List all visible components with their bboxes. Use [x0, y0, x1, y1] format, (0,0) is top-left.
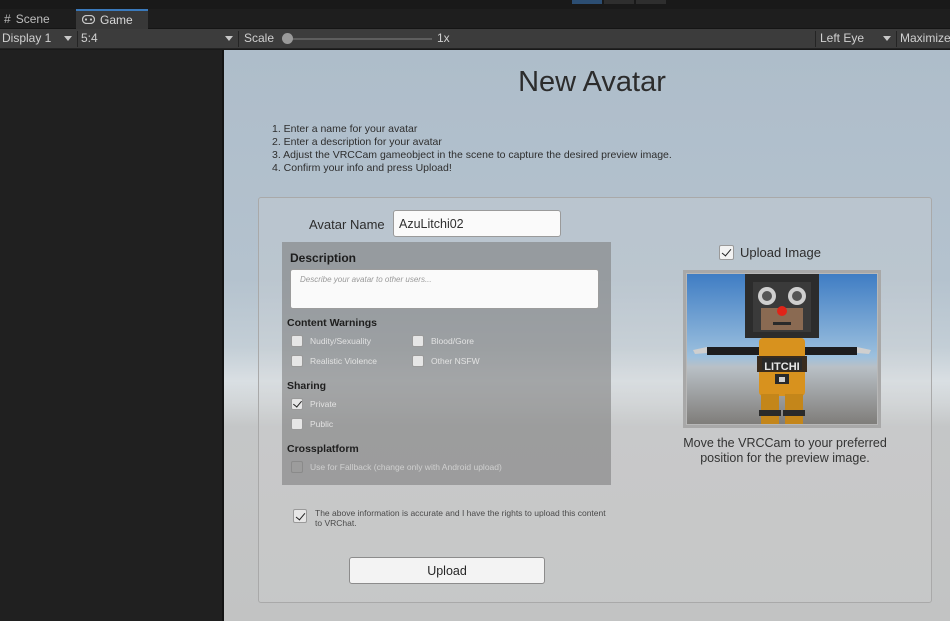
layout-button[interactable] [636, 0, 666, 4]
rights-confirmation[interactable]: The above information is accurate and I … [293, 508, 615, 528]
preview-image-frame: LITCHI [683, 270, 881, 428]
avatar-name-input[interactable] [393, 210, 561, 237]
upload-button[interactable]: Upload [349, 557, 545, 584]
page-title: New Avatar [518, 66, 666, 98]
toolbar-divider [815, 31, 816, 47]
avatar-form-panel: Avatar Name Description Describe your av… [258, 197, 932, 603]
crossplatform-heading: Crossplatform [287, 443, 359, 455]
preview-badge-text: LITCHI [764, 361, 799, 373]
aspect-dropdown-value: 5:4 [81, 31, 98, 45]
warning-gore-checkbox[interactable]: Blood/Gore [412, 335, 474, 347]
upload-image-toggle[interactable]: Upload Image [719, 245, 821, 260]
instructions-list: 1. Enter a name for your avatar 2. Enter… [272, 123, 672, 175]
toolbar-divider [238, 31, 239, 47]
editor-tab-bar: # Scene Game [0, 9, 950, 29]
warning-nsfw-checkbox[interactable]: Other NSFW [412, 355, 480, 367]
maximize-label: Maximize [900, 31, 950, 45]
checkbox-box[interactable] [291, 461, 303, 473]
instruction-item: 4. Confirm your info and press Upload! [272, 162, 452, 174]
warning-nudity-label: Nudity/Sexuality [310, 336, 371, 346]
grid-icon: # [4, 12, 11, 26]
fallback-checkbox[interactable]: Use for Fallback (change only with Andro… [291, 461, 502, 473]
scale-value: 1x [437, 31, 450, 45]
chevron-down-icon [883, 36, 891, 41]
fallback-label: Use for Fallback (change only with Andro… [310, 462, 502, 472]
description-section: Description Describe your avatar to othe… [282, 242, 611, 485]
sharing-public-label: Public [310, 419, 334, 429]
checkbox-box[interactable] [412, 335, 424, 347]
avatar-preview-image: LITCHI [687, 274, 877, 424]
rights-checkbox[interactable] [293, 509, 307, 523]
warning-gore-label: Blood/Gore [431, 336, 474, 346]
scale-label: Scale [244, 31, 275, 45]
gamepad-icon [81, 10, 96, 30]
display-dropdown-value: Display 1 [2, 31, 52, 45]
description-heading: Description [290, 251, 357, 265]
warning-nudity-checkbox[interactable]: Nudity/Sexuality [291, 335, 371, 347]
checkbox-box[interactable] [412, 355, 424, 367]
warning-violence-label: Realistic Violence [310, 356, 377, 366]
scale-slider-track[interactable] [288, 38, 432, 40]
tab-scene-label: Scene [15, 12, 50, 26]
left-dock-panel [0, 50, 223, 621]
eye-dropdown-value: Left Eye [820, 31, 865, 45]
maximize-button[interactable]: Maximize [900, 29, 950, 48]
instruction-item: 2. Enter a description for your avatar [272, 136, 442, 148]
title-strip [0, 0, 950, 9]
eye-dropdown[interactable]: Left Eye [820, 29, 864, 48]
sharing-private-radio[interactable]: Private [291, 398, 336, 410]
checkbox-box[interactable] [291, 355, 303, 367]
aspect-dropdown[interactable]: 5:4 [81, 29, 98, 48]
tab-game-label: Game [100, 13, 133, 27]
warning-violence-checkbox[interactable]: Realistic Violence [291, 355, 377, 367]
layout-button-active[interactable] [572, 0, 602, 4]
description-placeholder: Describe your avatar to other users... [300, 275, 432, 284]
instruction-item: 3. Adjust the VRCCam gameobject in the s… [272, 149, 672, 161]
toolbar-divider [896, 31, 897, 47]
toolbar-divider [77, 31, 78, 47]
tab-game[interactable]: Game [76, 9, 148, 29]
chevron-down-icon [225, 36, 233, 41]
instruction-item: 1. Enter a name for your avatar [272, 123, 418, 135]
sharing-heading: Sharing [287, 380, 327, 392]
checkbox-box[interactable] [291, 418, 303, 430]
checkbox-box[interactable] [291, 335, 303, 347]
description-input[interactable]: Describe your avatar to other users... [290, 269, 599, 309]
rights-text: The above information is accurate and I … [315, 508, 606, 528]
content-warnings-heading: Content Warnings [287, 317, 378, 329]
display-dropdown[interactable]: Display 1 [2, 29, 51, 48]
sharing-public-radio[interactable]: Public [291, 418, 333, 430]
game-viewport: New Avatar 1. Enter a name for your avat… [224, 50, 950, 621]
upload-image-checkbox[interactable] [719, 245, 734, 260]
scale-slider-handle[interactable] [282, 33, 293, 44]
preview-caption: Move the VRCCam to your preferred positi… [683, 436, 887, 465]
warning-nsfw-label: Other NSFW [431, 356, 480, 366]
layout-button[interactable] [604, 0, 634, 4]
game-view-toolbar: Display 1 5:4 Scale 1x Left Eye Maximize [0, 29, 950, 49]
tab-scene[interactable]: # Scene [4, 9, 74, 29]
avatar-name-label: Avatar Name [309, 217, 385, 232]
sharing-private-label: Private [310, 399, 337, 409]
checkbox-box[interactable] [291, 398, 303, 410]
upload-image-label: Upload Image [740, 245, 821, 260]
chevron-down-icon [64, 36, 72, 41]
